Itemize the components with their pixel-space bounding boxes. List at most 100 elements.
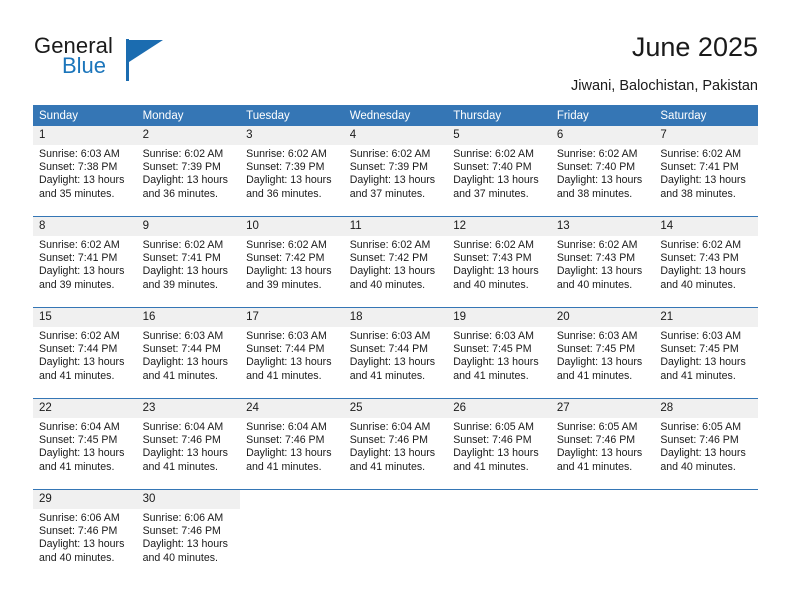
calendar-day-cell[interactable]: 6 Sunrise: 6:02 AM Sunset: 7:40 PM Dayli… — [550, 126, 655, 217]
weekday-header-friday: Friday — [550, 105, 655, 126]
day-details: Sunrise: 6:04 AM Sunset: 7:46 PM Dayligh… — [240, 418, 344, 474]
sunset-text: Sunset: 7:46 PM — [556, 434, 636, 447]
calendar-day-cell[interactable]: 14 Sunrise: 6:02 AM Sunset: 7:43 PM Dayl… — [654, 216, 758, 308]
sunset-text: Sunset: 7:44 PM — [246, 343, 325, 356]
sunset-text: Sunset: 7:46 PM — [453, 434, 532, 447]
daylight-text-line1: Daylight: 13 hours — [349, 447, 436, 460]
sunrise-text: Sunrise: 6:02 AM — [660, 239, 742, 251]
daylight-text-line2: and 41 minutes. — [39, 460, 115, 473]
sunset-text: Sunset: 7:46 PM — [660, 434, 739, 447]
daylight-text-line1: Daylight: 13 hours — [556, 447, 643, 460]
sunrise-text: Sunrise: 6:02 AM — [39, 330, 120, 342]
calendar-day-cell[interactable]: 25 Sunrise: 6:04 AM Sunset: 7:46 PM Dayl… — [343, 398, 448, 490]
calendar-day-cell[interactable]: 8 Sunrise: 6:02 AM Sunset: 7:41 PM Dayli… — [33, 216, 137, 308]
day-details: Sunrise: 6:03 AM Sunset: 7:45 PM Dayligh… — [447, 327, 551, 383]
daylight-text-line1: Daylight: 13 hours — [453, 356, 539, 369]
calendar-day-cell-empty — [654, 489, 758, 580]
daylight-text-line1: Daylight: 13 hours — [556, 174, 643, 187]
sunset-text: Sunset: 7:44 PM — [349, 343, 429, 356]
day-number: 27 — [550, 399, 655, 418]
general-blue-logo[interactable]: General Blue — [34, 33, 234, 85]
day-details: Sunrise: 6:03 AM Sunset: 7:44 PM Dayligh… — [137, 327, 241, 383]
calendar-day-cell[interactable]: 1 Sunrise: 6:03 AM Sunset: 7:38 PM Dayli… — [33, 126, 137, 217]
daylight-text-line1: Daylight: 13 hours — [142, 538, 228, 551]
calendar-day-cell[interactable]: 19 Sunrise: 6:03 AM Sunset: 7:45 PM Dayl… — [447, 307, 551, 399]
calendar-day-cell[interactable]: 21 Sunrise: 6:03 AM Sunset: 7:45 PM Dayl… — [654, 307, 758, 399]
day-number: 26 — [447, 399, 551, 418]
calendar-day-cell[interactable]: 24 Sunrise: 6:04 AM Sunset: 7:46 PM Dayl… — [240, 398, 344, 490]
sunset-text: Sunset: 7:45 PM — [39, 434, 118, 447]
day-number — [447, 490, 551, 509]
daylight-text-line2: and 41 minutes. — [142, 369, 218, 382]
day-number: 14 — [654, 217, 758, 236]
calendar-day-cell[interactable]: 28 Sunrise: 6:05 AM Sunset: 7:46 PM Dayl… — [654, 398, 758, 490]
day-number: 19 — [447, 308, 551, 327]
day-details: Sunrise: 6:06 AM Sunset: 7:46 PM Dayligh… — [137, 509, 241, 565]
calendar-day-cell[interactable]: 16 Sunrise: 6:03 AM Sunset: 7:44 PM Dayl… — [136, 307, 241, 399]
day-details: Sunrise: 6:03 AM Sunset: 7:44 PM Dayligh… — [344, 327, 448, 383]
calendar-day-cell[interactable]: 4 Sunrise: 6:02 AM Sunset: 7:39 PM Dayli… — [343, 126, 448, 217]
calendar-day-cell[interactable]: 29 Sunrise: 6:06 AM Sunset: 7:46 PM Dayl… — [33, 489, 137, 580]
day-number: 15 — [33, 308, 137, 327]
sunset-text: Sunset: 7:46 PM — [246, 434, 325, 447]
sunrise-text: Sunrise: 6:03 AM — [39, 148, 120, 160]
daylight-text-line2: and 40 minutes. — [453, 278, 529, 291]
weekday-header-wednesday: Wednesday — [343, 105, 448, 126]
calendar-day-cell[interactable]: 11 Sunrise: 6:02 AM Sunset: 7:42 PM Dayl… — [343, 216, 448, 308]
calendar-day-cell[interactable]: 27 Sunrise: 6:05 AM Sunset: 7:46 PM Dayl… — [550, 398, 655, 490]
weekday-header-saturday: Saturday — [654, 105, 758, 126]
sunrise-text: Sunrise: 6:02 AM — [660, 148, 742, 160]
calendar-day-cell[interactable]: 5 Sunrise: 6:02 AM Sunset: 7:40 PM Dayli… — [447, 126, 551, 217]
sunset-text: Sunset: 7:41 PM — [142, 252, 221, 265]
calendar-day-cell[interactable]: 17 Sunrise: 6:03 AM Sunset: 7:44 PM Dayl… — [240, 307, 344, 399]
day-details: Sunrise: 6:02 AM Sunset: 7:42 PM Dayligh… — [344, 236, 448, 292]
day-number: 6 — [550, 126, 655, 145]
calendar-day-cell[interactable]: 18 Sunrise: 6:03 AM Sunset: 7:44 PM Dayl… — [343, 307, 448, 399]
day-number: 7 — [654, 126, 758, 145]
calendar-day-cell[interactable]: 30 Sunrise: 6:06 AM Sunset: 7:46 PM Dayl… — [136, 489, 241, 580]
day-details: Sunrise: 6:03 AM Sunset: 7:44 PM Dayligh… — [240, 327, 344, 383]
sunrise-text: Sunrise: 6:06 AM — [39, 512, 120, 524]
day-details: Sunrise: 6:02 AM Sunset: 7:40 PM Dayligh… — [551, 145, 655, 201]
daylight-text-line1: Daylight: 13 hours — [142, 174, 228, 187]
calendar-day-cell[interactable]: 13 Sunrise: 6:02 AM Sunset: 7:43 PM Dayl… — [550, 216, 655, 308]
day-number: 2 — [136, 126, 241, 145]
calendar-day-cell[interactable]: 15 Sunrise: 6:02 AM Sunset: 7:44 PM Dayl… — [33, 307, 137, 399]
sunset-text: Sunset: 7:38 PM — [39, 161, 118, 174]
calendar-day-cell[interactable]: 26 Sunrise: 6:05 AM Sunset: 7:46 PM Dayl… — [447, 398, 551, 490]
calendar-day-cell[interactable]: 22 Sunrise: 6:04 AM Sunset: 7:45 PM Dayl… — [33, 398, 137, 490]
calendar-week-row: 1 Sunrise: 6:03 AM Sunset: 7:38 PM Dayli… — [33, 126, 758, 217]
day-details: Sunrise: 6:05 AM Sunset: 7:46 PM Dayligh… — [447, 418, 551, 474]
daylight-text-line2: and 41 minutes. — [39, 369, 115, 382]
daylight-text-line1: Daylight: 13 hours — [142, 265, 228, 278]
daylight-text-line1: Daylight: 13 hours — [246, 447, 332, 460]
weekday-header-monday: Monday — [136, 105, 241, 126]
day-number: 22 — [33, 399, 137, 418]
sunset-text: Sunset: 7:43 PM — [660, 252, 739, 265]
day-number: 9 — [136, 217, 241, 236]
day-number — [550, 490, 655, 509]
daylight-text-line1: Daylight: 13 hours — [246, 174, 332, 187]
sunset-text: Sunset: 7:40 PM — [556, 161, 636, 174]
calendar-day-cell[interactable]: 23 Sunrise: 6:04 AM Sunset: 7:46 PM Dayl… — [136, 398, 241, 490]
calendar-day-cell[interactable]: 2 Sunrise: 6:02 AM Sunset: 7:39 PM Dayli… — [136, 126, 241, 217]
calendar-day-cell[interactable]: 12 Sunrise: 6:02 AM Sunset: 7:43 PM Dayl… — [447, 216, 551, 308]
sunrise-text: Sunrise: 6:02 AM — [349, 148, 431, 160]
day-details: Sunrise: 6:02 AM Sunset: 7:43 PM Dayligh… — [654, 236, 758, 292]
day-number: 1 — [33, 126, 137, 145]
calendar-day-cell[interactable]: 20 Sunrise: 6:03 AM Sunset: 7:45 PM Dayl… — [550, 307, 655, 399]
daylight-text-line1: Daylight: 13 hours — [142, 447, 228, 460]
day-number: 25 — [343, 399, 448, 418]
daylight-text-line2: and 41 minutes. — [246, 460, 322, 473]
daylight-text-line2: and 39 minutes. — [39, 278, 115, 291]
calendar-day-cell[interactable]: 3 Sunrise: 6:02 AM Sunset: 7:39 PM Dayli… — [240, 126, 344, 217]
calendar-day-cell[interactable]: 7 Sunrise: 6:02 AM Sunset: 7:41 PM Dayli… — [654, 126, 758, 217]
sunset-text: Sunset: 7:45 PM — [660, 343, 739, 356]
daylight-text-line2: and 41 minutes. — [142, 460, 218, 473]
sunset-text: Sunset: 7:39 PM — [142, 161, 221, 174]
calendar-day-cell[interactable]: 9 Sunrise: 6:02 AM Sunset: 7:41 PM Dayli… — [136, 216, 241, 308]
calendar-day-cell[interactable]: 10 Sunrise: 6:02 AM Sunset: 7:42 PM Dayl… — [240, 216, 344, 308]
sunrise-text: Sunrise: 6:03 AM — [660, 330, 742, 342]
day-details: Sunrise: 6:03 AM Sunset: 7:38 PM Dayligh… — [33, 145, 137, 201]
day-details: Sunrise: 6:05 AM Sunset: 7:46 PM Dayligh… — [551, 418, 655, 474]
